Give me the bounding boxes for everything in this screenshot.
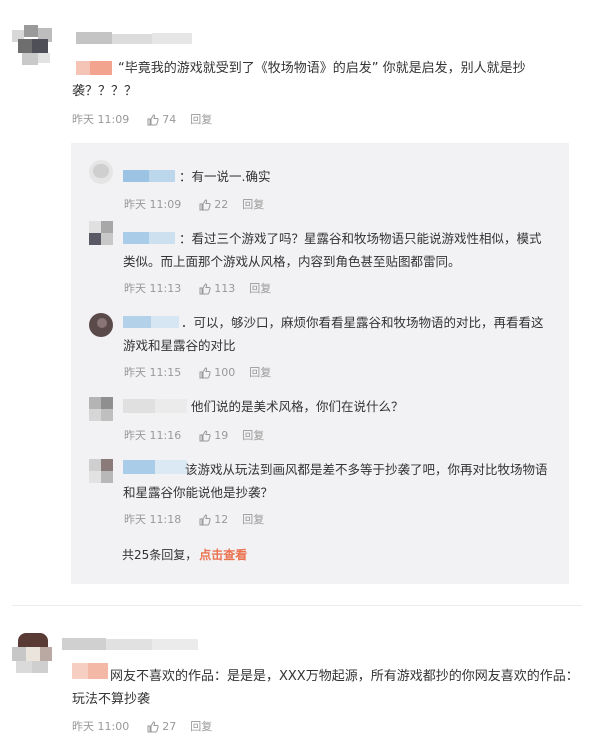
reply-button[interactable]: 回复 [190,112,212,128]
reply-text-line: ：有一说一.确实 [179,169,271,184]
comment-text: 玩法不算抄袭 [72,688,572,712]
reply-meta: 昨天 11:15 100 回复 [124,365,271,381]
reply-text: ．可以，够沙口，麻烦你看看星露谷和牧场物语的对比，再看看这 [181,311,561,334]
reply-count: 共25条回复， [122,548,198,562]
reply-text-line: 和星露谷你能说他是抄袭？ [123,485,274,500]
reply-text: ：有一说一.确实 [179,165,270,188]
comment-text-line: “毕竟我的游戏就受到了《牧场物语》的启发” 你就是启发，别人就是抄 [118,61,526,76]
comment-text: 袭？？？？ [72,80,572,104]
more-replies: 共25条回复， 点击查看 [122,546,247,564]
comment-meta: 昨天 11:00 27 回复 [72,719,212,735]
like-button[interactable]: 100 [199,365,235,381]
thumbs-up-icon [199,199,211,211]
comment-text: “毕竟我的游戏就受到了《牧场物语》的启发” 你就是启发，别人就是抄 [118,57,588,81]
reply-meta: 昨天 11:16 19 回复 [124,428,264,444]
reply-text-line: 类似。而上面那个游戏从风格，内容到角色甚至贴图都雷同。 [123,254,461,269]
comment-text-line: 玩法不算抄袭 [72,692,151,707]
reply-button[interactable]: 回复 [242,197,264,213]
comment-text-line: 网友不喜欢的作品：是是是，XXX万物起源，所有游戏都抄的你网友喜欢的作品： [110,669,579,684]
like-button[interactable]: 27 [147,719,176,735]
like-button[interactable]: 22 [199,197,228,213]
timestamp: 昨天 11:09 [124,198,182,211]
username[interactable] [123,399,187,413]
comment-text-line: 袭？？？？ [72,84,138,99]
like-count: 27 [162,720,177,733]
like-button[interactable]: 12 [199,512,228,528]
thumbs-up-icon [199,514,211,526]
like-button[interactable]: 113 [199,281,235,297]
like-button[interactable]: 74 [147,112,176,128]
avatar[interactable] [89,221,113,245]
like-count: 113 [214,282,236,295]
like-count: 100 [214,366,236,379]
comment-text: 网友不喜欢的作品：是是是，XXX万物起源，所有游戏都抄的你网友喜欢的作品： [110,665,590,689]
username[interactable] [123,232,175,244]
timestamp: 昨天 11:18 [124,513,182,526]
view-more-link[interactable]: 点击查看 [199,548,247,562]
reply-text-line: 他们说的是美术风格，你们在说什么？ [191,399,404,414]
avatar[interactable] [89,313,113,337]
thumbs-up-icon [199,283,211,295]
reply-text: 他们说的是美术风格，你们在说什么？ [191,395,551,418]
reply-text: 类似。而上面那个游戏从风格，内容到角色甚至贴图都雷同。 [123,250,553,273]
avatar[interactable] [12,633,52,673]
thumbs-up-icon [199,367,211,379]
like-count: 12 [214,513,229,526]
timestamp: 昨天 11:16 [124,429,182,442]
like-count: 19 [214,429,229,442]
reply-button[interactable]: 回复 [242,512,264,528]
reply-text: 该游戏从玩法到画风都是差不多等于抄袭了吧，你再对比牧场物语 [185,458,555,481]
mention-blur [76,61,112,75]
reply-meta: 昨天 11:09 22 回复 [124,197,264,213]
like-count: 22 [214,198,229,211]
timestamp: 昨天 11:13 [124,282,182,295]
username[interactable] [123,170,175,182]
reply-text: 和星露谷你能说他是抄袭？ [123,481,553,504]
reply-button[interactable]: 回复 [249,365,271,381]
timestamp: 昨天 11:15 [124,366,182,379]
username[interactable] [62,636,198,652]
reply-text: 游戏和星露谷的对比 [123,334,553,357]
avatar[interactable] [89,459,113,483]
reply-text-line: ．可以，够沙口，麻烦你看看星露谷和牧场物语的对比，再看看这 [181,315,544,330]
like-button[interactable]: 19 [199,428,228,444]
username[interactable] [76,30,206,46]
reply-meta: 昨天 11:13 113 回复 [124,281,271,297]
reply-meta: 昨天 11:18 12 回复 [124,512,264,528]
reply-text-line: ：看过三个游戏了吗？星露谷和牧场物语只能说游戏性相似，模式 [179,231,542,246]
thumbs-up-icon [147,114,159,126]
thumbs-up-icon [147,721,159,733]
reply-button[interactable]: 回复 [242,428,264,444]
timestamp: 昨天 11:00 [72,720,130,733]
avatar[interactable] [12,25,52,65]
username[interactable] [123,460,187,474]
thumbs-up-icon [199,430,211,442]
comment-meta: 昨天 11:09 74 回复 [72,112,212,128]
reply-text-line: 该游戏从玩法到画风都是差不多等于抄袭了吧，你再对比牧场物语 [185,462,548,477]
reply-button[interactable]: 回复 [249,281,271,297]
reply-text: ：看过三个游戏了吗？星露谷和牧场物语只能说游戏性相似，模式 [179,227,559,250]
username[interactable] [123,316,179,328]
mention-blur [72,663,108,679]
reply-button[interactable]: 回复 [190,719,212,735]
avatar[interactable] [89,160,113,184]
avatar[interactable] [89,397,113,421]
like-count: 74 [162,113,177,126]
divider [12,605,582,606]
reply-text-line: 游戏和星露谷的对比 [123,338,236,353]
timestamp: 昨天 11:09 [72,113,130,126]
